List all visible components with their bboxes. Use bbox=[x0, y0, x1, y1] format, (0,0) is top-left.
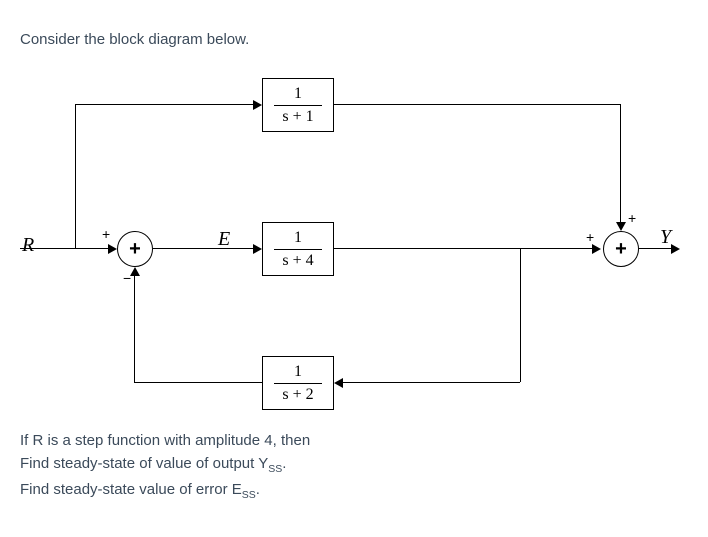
text: Find steady-state of value of output Y bbox=[20, 455, 268, 472]
text: . bbox=[282, 455, 286, 472]
tf-numerator: 1 bbox=[294, 229, 302, 247]
arrow-icon bbox=[130, 267, 140, 276]
sum-symbol: + bbox=[615, 238, 627, 261]
wire bbox=[20, 248, 110, 249]
text: . bbox=[256, 481, 260, 498]
sign-plus: + bbox=[102, 226, 110, 242]
sum-node-left: + bbox=[117, 231, 153, 267]
sum-node-right: + bbox=[603, 231, 639, 267]
signal-R: R bbox=[22, 234, 34, 257]
sign-plus: + bbox=[586, 229, 594, 245]
tf-denominator: s + 2 bbox=[282, 386, 313, 404]
wire bbox=[520, 248, 521, 382]
block-G2: 1 s + 4 bbox=[262, 222, 334, 276]
sign-plus: + bbox=[628, 210, 636, 226]
text: Find steady-state value of error E bbox=[20, 481, 242, 498]
wire bbox=[620, 104, 621, 224]
block-diagram: R + + − E 1 s + 1 1 s + 4 1 s + 2 + + bbox=[20, 56, 688, 426]
fraction-line bbox=[274, 105, 322, 106]
fraction-line bbox=[274, 383, 322, 384]
footer-line3: Find steady-state value of error ESS. bbox=[20, 481, 688, 501]
block-G1: 1 s + 1 bbox=[262, 78, 334, 132]
wire bbox=[75, 104, 76, 248]
footer-line2: Find steady-state of value of output YSS… bbox=[20, 455, 688, 475]
fraction-line bbox=[274, 249, 322, 250]
arrow-icon bbox=[671, 244, 680, 254]
wire bbox=[334, 104, 620, 105]
tf-numerator: 1 bbox=[294, 363, 302, 381]
arrow-icon bbox=[253, 244, 262, 254]
arrow-icon bbox=[616, 222, 626, 231]
arrow-icon bbox=[253, 100, 262, 110]
wire bbox=[153, 248, 255, 249]
question-text: If R is a step function with amplitude 4… bbox=[20, 432, 688, 501]
wire bbox=[134, 275, 135, 382]
signal-Y: Y bbox=[660, 226, 671, 249]
block-H: 1 s + 2 bbox=[262, 356, 334, 410]
signal-E: E bbox=[218, 228, 230, 251]
arrow-icon bbox=[108, 244, 117, 254]
arrow-icon bbox=[334, 378, 343, 388]
subscript: SS bbox=[242, 489, 256, 501]
tf-denominator: s + 1 bbox=[282, 108, 313, 126]
tf-denominator: s + 4 bbox=[282, 252, 313, 270]
wire bbox=[334, 248, 594, 249]
sum-symbol: + bbox=[129, 238, 141, 261]
intro-text: Consider the block diagram below. bbox=[20, 31, 688, 48]
tf-numerator: 1 bbox=[294, 85, 302, 103]
subscript: SS bbox=[268, 463, 282, 475]
wire bbox=[134, 382, 262, 383]
wire bbox=[75, 104, 255, 105]
arrow-icon bbox=[592, 244, 601, 254]
footer-line1: If R is a step function with amplitude 4… bbox=[20, 432, 688, 449]
wire bbox=[342, 382, 520, 383]
